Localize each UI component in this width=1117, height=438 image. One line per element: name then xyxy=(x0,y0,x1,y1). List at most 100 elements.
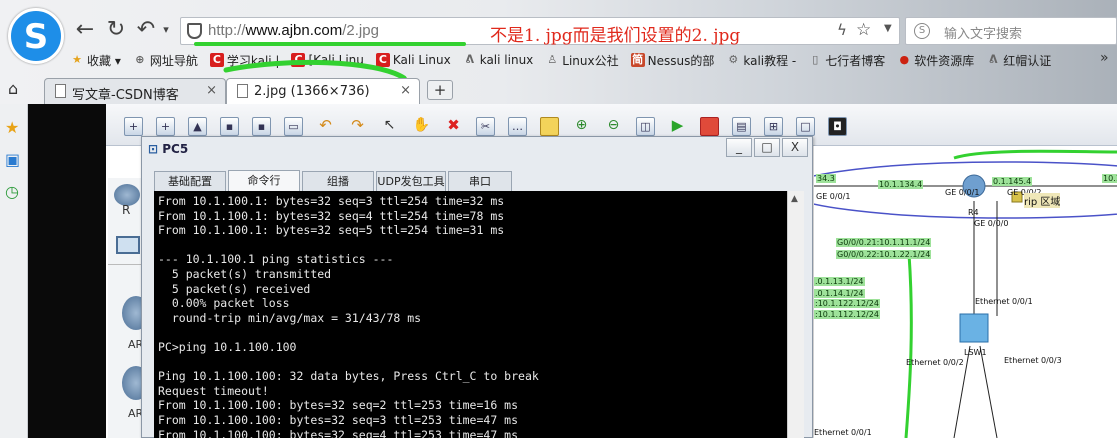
bookmark-item[interactable]: ᕕ kali linux xyxy=(463,50,533,70)
refresh-button[interactable]: ↻ xyxy=(105,18,127,42)
delete-icon[interactable]: ✖ xyxy=(444,117,463,136)
site-icon: 简 xyxy=(630,53,645,67)
bookmark-label: Linux公社 xyxy=(562,53,619,68)
url-path: /2.jpg xyxy=(342,22,379,39)
close-tab-icon[interactable]: × xyxy=(206,83,217,98)
save-icon[interactable]: ▪ xyxy=(220,117,239,136)
rectangle-icon[interactable] xyxy=(540,117,559,136)
fit-view-icon[interactable]: ◫ xyxy=(636,117,655,136)
bookmark-label: 七行者博客 xyxy=(825,53,886,68)
bookmarks-overflow-icon[interactable]: » xyxy=(1100,50,1109,66)
topology-canvas[interactable]: 34.3 10.1.134.4 0.1.145.4 10.1 GE 0/0/1 … xyxy=(814,146,1117,438)
terminal-text: From 10.1.100.1: bytes=32 seq=3 ttl=254 … xyxy=(158,194,539,438)
undo-close-button[interactable]: ↶ xyxy=(135,18,157,42)
maximize-button[interactable]: □ xyxy=(754,138,780,157)
tab-csdn[interactable]: 写文章-CSDN博客 × xyxy=(44,78,226,104)
security-shield-icon[interactable] xyxy=(187,23,202,39)
bookmark-item[interactable]: ▯ 七行者博客 xyxy=(808,50,885,70)
zoom-in-icon[interactable]: ⊕ xyxy=(572,117,591,136)
speed-mode-icon[interactable]: ϟ xyxy=(837,21,847,39)
bookmark-star-icon[interactable]: ☆ xyxy=(856,20,871,40)
start-device-icon[interactable]: ▶ xyxy=(668,117,687,136)
tab-strip: ⌂ 写文章-CSDN博客 × 2.jpg (1366×736) × + xyxy=(0,76,1117,104)
ip-label: 10.1 xyxy=(1102,174,1117,183)
stop-device-icon[interactable] xyxy=(700,117,719,136)
bookmark-item[interactable]: ᕕ 红帽认证 xyxy=(986,50,1051,70)
palette-icon[interactable]: □ xyxy=(796,117,815,136)
search-engine-icon[interactable]: S xyxy=(914,23,930,39)
interface-label: Ethernet 0/0/2 xyxy=(906,358,964,367)
save-as-icon[interactable]: ▪ xyxy=(252,117,271,136)
search-box[interactable]: S 输入文字搜索 xyxy=(905,17,1117,45)
add-icon[interactable]: + xyxy=(156,117,175,136)
interface-label: Ethernet 0/0/3 xyxy=(1004,356,1062,365)
undo-icon[interactable]: ↶ xyxy=(316,117,335,136)
router-name-label: R4 xyxy=(968,208,979,217)
zoom-out-icon[interactable]: ⊖ xyxy=(604,117,623,136)
topology-icon[interactable]: ⊞ xyxy=(764,117,783,136)
minimize-button[interactable]: _ xyxy=(726,138,752,157)
bookmark-label: 软件资源库 xyxy=(914,53,975,68)
undo-dropdown-icon[interactable]: ▾ xyxy=(155,18,177,42)
bookmark-label: 网址导航 xyxy=(149,53,198,68)
tab-basic-config[interactable]: 基础配置 xyxy=(154,171,226,191)
penguin-icon: ♙ xyxy=(547,53,558,66)
switch-name-label: LSW1 xyxy=(964,348,987,357)
tab-udp-tool[interactable]: UDP发包工具 xyxy=(376,171,446,191)
tab-serial[interactable]: 串口 xyxy=(448,171,512,191)
browser-logo[interactable]: S xyxy=(8,8,64,64)
url-host: www.ajbn.com xyxy=(245,22,343,39)
kali-dragon-icon: ᕕ xyxy=(989,53,998,66)
home-icon[interactable]: ⌂ xyxy=(8,79,18,98)
bookmark-item[interactable]: 简 Nessus的部 xyxy=(630,50,715,70)
page-icon: ▯ xyxy=(812,53,819,66)
green-underline-annotation xyxy=(194,42,466,46)
snapshot-icon[interactable]: ◘ xyxy=(828,117,847,136)
subinterface-label: G0/0/0.22:10.1.22.1/24 xyxy=(836,250,932,259)
terminal-output[interactable]: From 10.1.100.1: bytes=32 seq=3 ttl=254 … xyxy=(154,191,787,438)
redhat-icon: ● xyxy=(899,53,910,66)
search-placeholder: 输入文字搜索 xyxy=(944,27,1023,42)
select-pointer-icon[interactable]: ↖ xyxy=(380,117,399,136)
reader-icon[interactable]: ▣ xyxy=(5,150,20,169)
address-dropdown-icon[interactable]: ▼ xyxy=(884,23,892,34)
print-icon[interactable]: ▭ xyxy=(284,117,303,136)
pc-icon[interactable] xyxy=(116,236,140,254)
rip-area-label: rip 区域 xyxy=(1024,193,1061,208)
browser-sidebar: ★ ▣ ◷ xyxy=(0,104,28,438)
bookmark-favorites[interactable]: ★ 收藏 ▾ xyxy=(70,50,121,70)
interface-label: Ethernet 0/0/1 xyxy=(975,297,1033,306)
text-note-icon[interactable]: … xyxy=(508,117,527,136)
hand-icon[interactable]: ✋ xyxy=(412,117,431,136)
back-button[interactable]: ← xyxy=(74,18,96,42)
tab-command-line[interactable]: 命令行 xyxy=(228,170,300,192)
bookmark-item[interactable]: ● 软件资源库 xyxy=(897,50,974,70)
bookmark-item[interactable]: ⚙ kali教程 - xyxy=(726,50,796,70)
ip-label: 10.1.134.4 xyxy=(878,180,924,189)
bookmark-item[interactable]: ⊕ 网址导航 xyxy=(133,50,198,70)
redo-icon[interactable]: ↷ xyxy=(348,117,367,136)
history-clock-icon[interactable]: ◷ xyxy=(5,182,19,201)
browser-window: { "browser":{ "logo_glyph":"S", "nav":{"… xyxy=(0,0,1117,438)
scroll-up-icon[interactable]: ▲ xyxy=(791,194,798,204)
star-icon: ★ xyxy=(72,53,82,66)
kali-dragon-icon: ᕕ xyxy=(465,53,474,66)
tab-image[interactable]: 2.jpg (1366×736) × xyxy=(226,78,420,104)
open-icon[interactable]: ▲ xyxy=(188,117,207,136)
bookmark-label: Nessus的部 xyxy=(647,53,715,68)
capture-icon[interactable]: ▤ xyxy=(732,117,751,136)
tab-title: 2.jpg (1366×736) xyxy=(254,84,370,99)
close-button[interactable]: X xyxy=(782,138,808,157)
pc5-window: ⊡ PC5 _ □ X 基础配置 命令行 组播 UDP发包工具 串口 From … xyxy=(141,136,813,438)
terminal-scrollbar[interactable]: ▲ xyxy=(787,191,804,438)
favorites-star-icon[interactable]: ★ xyxy=(5,118,19,137)
new-tab-button[interactable]: + xyxy=(427,80,453,100)
close-tab-icon[interactable]: × xyxy=(400,83,411,98)
remove-link-icon[interactable]: ✂ xyxy=(476,117,495,136)
new-topology-icon[interactable]: + xyxy=(124,117,143,136)
url-text[interactable]: http://www.ajbn.com/2.jpg xyxy=(208,22,379,39)
switch-lsw1-icon[interactable] xyxy=(959,313,989,343)
bookmark-item[interactable]: ♙ Linux公社 xyxy=(545,50,618,70)
red-annotation-text: 不是1. jpg而是我们设置的2. jpg xyxy=(490,26,741,46)
tab-multicast[interactable]: 组播 xyxy=(302,171,374,191)
